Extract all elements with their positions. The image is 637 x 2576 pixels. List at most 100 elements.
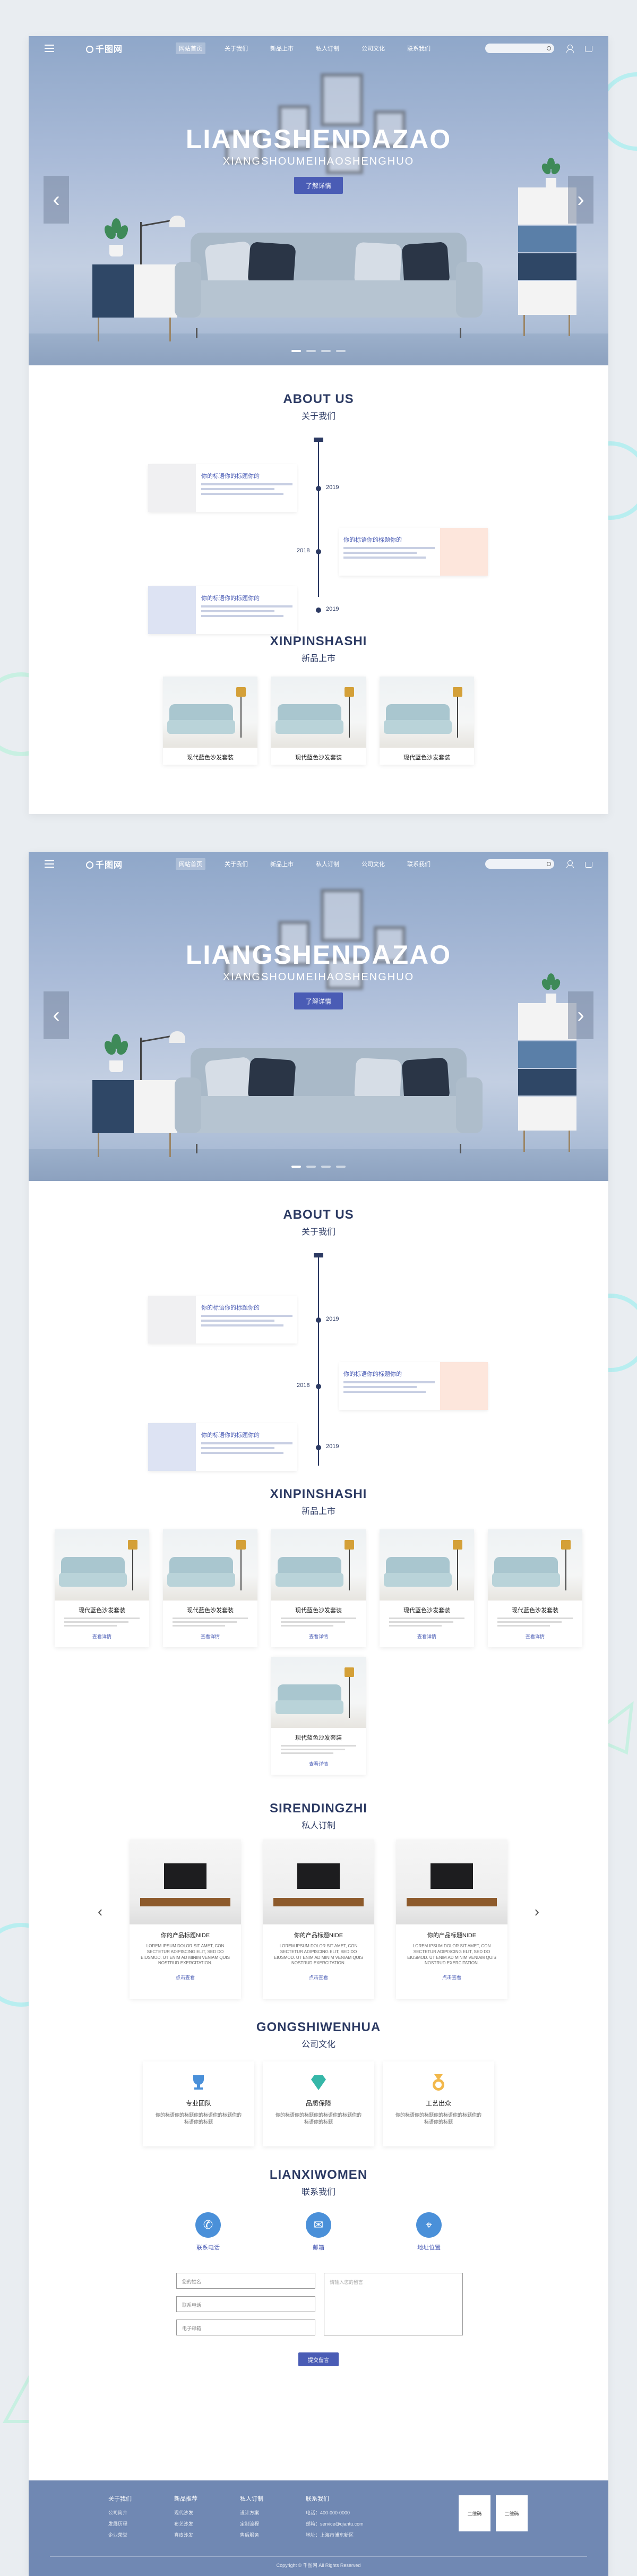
footer-column: 新品推荐 现代沙发 布艺沙发 真皮沙发 bbox=[174, 2494, 197, 2543]
timeline-year: 2019 bbox=[326, 1316, 339, 1322]
contact-phone[interactable]: ✆ 联系电话 bbox=[195, 2212, 221, 2252]
nav-item-new[interactable]: 新品上市 bbox=[267, 858, 297, 870]
nav-item-custom[interactable]: 私人订制 bbox=[313, 858, 342, 870]
footer-link[interactable]: 企业荣誉 bbox=[108, 2531, 132, 2538]
nav-item-contact[interactable]: 联系我们 bbox=[404, 858, 434, 870]
custom-card[interactable]: 你的产品标题NIDE LOREM IPSUM DOLOR SIT AMET, CO… bbox=[130, 1839, 241, 1999]
contact-email[interactable]: ✉ 邮箱 bbox=[306, 2212, 331, 2252]
product-more-link[interactable]: 查看详情 bbox=[271, 1629, 366, 1647]
nav-item-new[interactable]: 新品上市 bbox=[267, 42, 297, 54]
cart-icon[interactable] bbox=[585, 46, 592, 52]
cart-icon[interactable] bbox=[585, 862, 592, 868]
learn-more-button[interactable]: 了解详情 bbox=[294, 177, 343, 194]
product-card[interactable]: 现代蓝色沙发套装 查看详情 bbox=[271, 1657, 366, 1775]
search-icon[interactable] bbox=[547, 862, 551, 866]
search-input[interactable] bbox=[485, 44, 554, 53]
nav-item-contact[interactable]: 联系我们 bbox=[404, 42, 434, 54]
menu-icon[interactable] bbox=[45, 45, 54, 52]
carousel-dot[interactable] bbox=[291, 350, 301, 352]
footer-link[interactable]: 现代沙发 bbox=[174, 2509, 197, 2516]
carousel-next-button[interactable]: › bbox=[568, 176, 593, 224]
carousel-dot[interactable] bbox=[336, 350, 346, 352]
carousel-dot[interactable] bbox=[291, 1166, 301, 1168]
logo-icon bbox=[86, 861, 93, 869]
carousel-prev-button[interactable]: ‹ bbox=[44, 991, 69, 1039]
carousel-dot[interactable] bbox=[321, 350, 331, 352]
custom-card[interactable]: 你的产品标题NIDE LOREM IPSUM DOLOR SIT AMET, CO… bbox=[263, 1839, 374, 1999]
product-card[interactable]: 现代蓝色沙发套装 查看详情 bbox=[163, 1529, 257, 1647]
custom-more-link[interactable]: 点击查看 bbox=[130, 1966, 241, 1981]
product-card[interactable]: 现代蓝色沙发套装 查看详情 bbox=[55, 1529, 149, 1647]
custom-more-link[interactable]: 点击查看 bbox=[396, 1966, 507, 1981]
email-field[interactable]: 电子邮箱 bbox=[176, 2320, 315, 2335]
footer-link[interactable]: 邮箱：service@qiantu.com bbox=[306, 2520, 364, 2527]
timeline-item[interactable]: 你的标语你的标题你的 bbox=[148, 586, 297, 634]
footer-link[interactable]: 公司简介 bbox=[108, 2509, 132, 2516]
product-image bbox=[271, 1657, 366, 1728]
product-card[interactable]: 现代蓝色沙发套装查看详情 bbox=[488, 1529, 582, 1647]
footer-link[interactable]: 布艺沙发 bbox=[174, 2520, 197, 2527]
nav-item-culture[interactable]: 公司文化 bbox=[358, 858, 388, 870]
product-card[interactable]: 现代蓝色沙发套装 查看详情 bbox=[380, 1529, 474, 1647]
footer-link[interactable]: 定制流程 bbox=[240, 2520, 263, 2527]
timeline-item[interactable]: 你的标语你的标题你的 bbox=[339, 1362, 488, 1410]
custom-prev-button[interactable]: ‹ bbox=[98, 1903, 102, 1920]
nav-item-custom[interactable]: 私人订制 bbox=[313, 42, 342, 54]
timeline-item[interactable]: 你的标语你的标题你的 bbox=[148, 1423, 297, 1471]
product-more-link[interactable]: 查看详情 bbox=[271, 1756, 366, 1775]
custom-card[interactable]: 你的产品标题NIDE LOREM IPSUM DOLOR SIT AMET, CO… bbox=[396, 1839, 507, 1999]
submit-button[interactable]: 提交留言 bbox=[298, 2352, 339, 2366]
culture-card[interactable]: 专业团队 你的标语你的标题你的标语你的标题你的标语你的标题 bbox=[143, 2061, 254, 2146]
timeline-item[interactable]: 你的标语你的标题你的 bbox=[148, 464, 297, 512]
product-more-link[interactable]: 查看详情 bbox=[55, 1629, 149, 1647]
footer-link[interactable]: 售后服务 bbox=[240, 2531, 263, 2538]
site-logo[interactable]: 千图网 bbox=[86, 42, 123, 55]
product-card[interactable]: 现代蓝色沙发套装 bbox=[163, 677, 257, 765]
custom-more-link[interactable]: 点击查看 bbox=[263, 1966, 374, 1981]
footer-link[interactable]: 设计方案 bbox=[240, 2509, 263, 2516]
search-icon[interactable] bbox=[547, 46, 551, 50]
nav-item-about[interactable]: 关于我们 bbox=[221, 42, 251, 54]
footer-link[interactable]: 地址：上海市浦东新区 bbox=[306, 2531, 364, 2538]
menu-icon[interactable] bbox=[45, 860, 54, 868]
carousel-prev-button[interactable]: ‹ bbox=[44, 176, 69, 224]
hero-banner: 千图网 网站首页 关于我们 新品上市 私人订制 公司文化 联系我们 LIANGS… bbox=[29, 852, 608, 1181]
footer-link[interactable]: 发展历程 bbox=[108, 2520, 132, 2527]
nav-item-culture[interactable]: 公司文化 bbox=[358, 42, 388, 54]
footer-column: 联系我们 电话：400-000-0000 邮箱：service@qiantu.com… bbox=[306, 2494, 364, 2543]
product-card[interactable]: 现代蓝色沙发套装 查看详情 bbox=[271, 1529, 366, 1647]
message-field[interactable]: 请输入您的留言 bbox=[324, 2273, 463, 2335]
name-field[interactable]: 您的姓名 bbox=[176, 2273, 315, 2289]
carousel-dot[interactable] bbox=[306, 350, 316, 352]
carousel-dot[interactable] bbox=[306, 1166, 316, 1168]
carousel-next-button[interactable]: › bbox=[568, 991, 593, 1039]
trophy-icon bbox=[189, 2073, 208, 2092]
culture-card[interactable]: 品质保障 你的标语你的标题你的标语你的标题你的标语你的标题 bbox=[263, 2061, 374, 2146]
user-icon[interactable] bbox=[566, 860, 574, 868]
product-name: 现代蓝色沙发套装 bbox=[512, 1607, 558, 1614]
learn-more-button[interactable]: 了解详情 bbox=[294, 992, 343, 1009]
product-more-link[interactable]: 查看详情 bbox=[488, 1629, 582, 1647]
site-logo[interactable]: 千图网 bbox=[86, 858, 123, 870]
phone-field[interactable]: 联系电话 bbox=[176, 2296, 315, 2312]
nav-item-home[interactable]: 网站首页 bbox=[176, 858, 206, 870]
user-icon[interactable] bbox=[566, 45, 574, 53]
carousel-dot[interactable] bbox=[336, 1166, 346, 1168]
product-card[interactable]: 现代蓝色沙发套装 bbox=[271, 677, 366, 765]
timeline-item[interactable]: 你的标语你的标题你的 bbox=[148, 1296, 297, 1343]
carousel-dot[interactable] bbox=[321, 1166, 331, 1168]
custom-next-button[interactable]: › bbox=[535, 1903, 539, 1920]
timeline-item[interactable]: 你的标语你的标题你的 bbox=[339, 528, 488, 576]
nav-item-home[interactable]: 网站首页 bbox=[176, 42, 206, 54]
search-input[interactable] bbox=[485, 859, 554, 869]
floor-lamp bbox=[137, 211, 185, 264]
product-more-link[interactable]: 查看详情 bbox=[380, 1629, 474, 1647]
product-more-link[interactable]: 查看详情 bbox=[163, 1629, 257, 1647]
contact-address[interactable]: ⌖ 地址位置 bbox=[416, 2212, 442, 2252]
side-cabinet-left bbox=[92, 264, 177, 341]
footer-link[interactable]: 真皮沙发 bbox=[174, 2531, 197, 2538]
culture-card[interactable]: 工艺出众 你的标语你的标题你的标语你的标题你的标语你的标题 bbox=[383, 2061, 494, 2146]
nav-item-about[interactable]: 关于我们 bbox=[221, 858, 251, 870]
footer-link[interactable]: 电话：400-000-0000 bbox=[306, 2509, 364, 2516]
product-card[interactable]: 现代蓝色沙发套装 bbox=[380, 677, 474, 765]
